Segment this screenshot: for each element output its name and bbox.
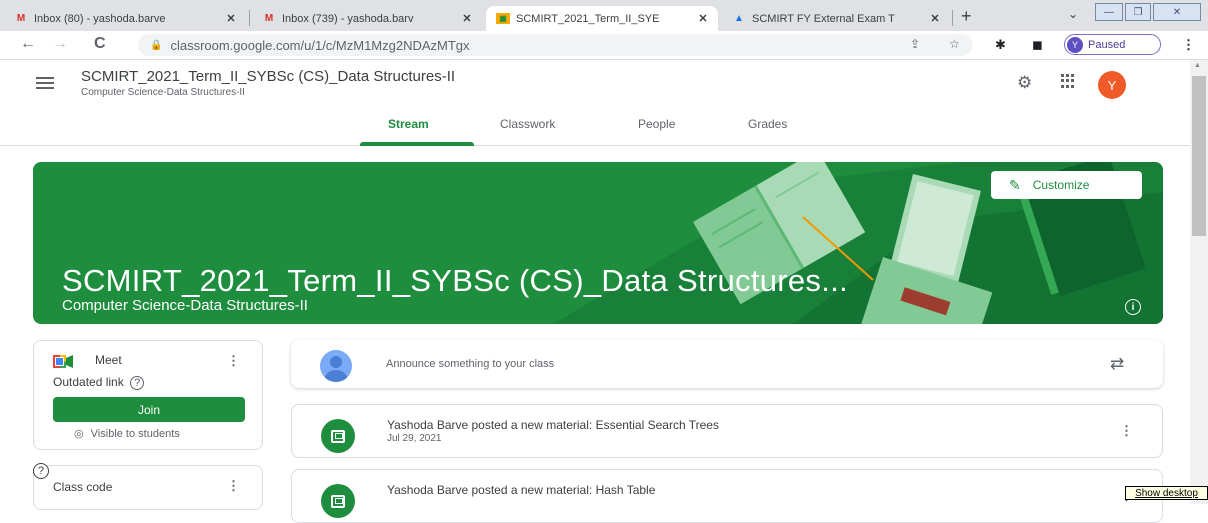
customize-button[interactable]: ✎ Customize xyxy=(991,171,1142,199)
more-options-icon[interactable]: ⋮ xyxy=(227,478,240,494)
outdated-link-label: Outdated link xyxy=(53,375,124,389)
help-question-icon[interactable]: ? xyxy=(33,463,49,479)
class-info-icon[interactable]: i xyxy=(1125,299,1141,315)
share-icon[interactable]: ⇪ xyxy=(910,37,920,51)
browser-tab-gmail-2[interactable]: M Inbox (739) - yashoda.barv ✕ xyxy=(252,6,482,31)
meet-title: Meet xyxy=(95,353,122,367)
browser-tab-strip: M Inbox (80) - yashoda.barve ✕ M Inbox (… xyxy=(0,0,1208,31)
tab-search-chevron-icon[interactable]: ⌄ xyxy=(1068,7,1078,21)
gmail-icon: M xyxy=(16,13,26,24)
class-subtitle: Computer Science-Data Structures-II xyxy=(81,87,245,98)
reuse-post-icon[interactable]: ⇄ xyxy=(1110,354,1124,374)
tab-stream[interactable]: Stream xyxy=(388,117,429,131)
visibility-label: Visible to students xyxy=(90,428,180,440)
eye-icon: ◎ xyxy=(74,428,84,440)
class-code-card: Class code ⋮ xyxy=(33,465,263,510)
tab-title: Inbox (80) - yashoda.barve xyxy=(34,12,166,25)
tab-title: SCMIRT FY External Exam T xyxy=(752,12,895,25)
forward-arrow-icon[interactable]: → xyxy=(52,35,68,53)
more-options-icon[interactable]: ⋮ xyxy=(1120,423,1133,439)
settings-gear-icon[interactable]: ⚙ xyxy=(1017,73,1032,93)
maximize-button[interactable]: ❐ xyxy=(1125,3,1151,21)
class-title[interactable]: SCMIRT_2021_Term_II_SYBSc (CS)_Data Stru… xyxy=(81,68,455,85)
classroom-icon: ▣ xyxy=(496,13,510,24)
tab-title: SCMIRT_2021_Term_II_SYE xyxy=(516,12,660,25)
url-text: classroom.google.com/u/1/c/MzM1Mzg2NDAzM… xyxy=(170,37,470,53)
lock-icon: 🔒 xyxy=(150,39,163,51)
close-tab-icon[interactable]: ✕ xyxy=(928,12,942,25)
banner-class-subtitle: Computer Science-Data Structures-II xyxy=(62,297,308,314)
customize-label: Customize xyxy=(1032,178,1090,192)
hamburger-menu-icon[interactable] xyxy=(36,77,54,92)
page-scrollbar[interactable]: ▲ xyxy=(1190,60,1208,504)
scrollbar-thumb[interactable] xyxy=(1192,76,1206,236)
extensions-puzzle-icon[interactable]: ✱ xyxy=(995,37,1006,53)
new-tab-icon[interactable]: + xyxy=(961,6,972,27)
tab-separator xyxy=(952,10,953,26)
close-tab-icon[interactable]: ✕ xyxy=(224,12,238,25)
announce-placeholder[interactable]: Announce something to your class xyxy=(386,358,554,370)
material-icon xyxy=(321,419,355,453)
post-title[interactable]: Yashoda Barve posted a new material: Ess… xyxy=(387,418,719,432)
classroom-header: SCMIRT_2021_Term_II_SYBSc (CS)_Data Stru… xyxy=(0,60,1190,146)
pencil-icon: ✎ xyxy=(1009,176,1021,193)
back-arrow-icon[interactable]: ← xyxy=(20,35,36,53)
profile-paused-button[interactable]: Y Paused xyxy=(1064,34,1161,55)
gmail-icon: M xyxy=(264,13,274,24)
browser-tab-gmail-1[interactable]: M Inbox (80) - yashoda.barve ✕ xyxy=(4,6,246,31)
tab-classwork[interactable]: Classwork xyxy=(500,117,555,131)
material-icon xyxy=(321,484,355,518)
active-tab-indicator xyxy=(360,142,474,146)
class-code-label: Class code xyxy=(53,480,113,494)
browser-menu-icon[interactable]: ⋮ xyxy=(1182,37,1195,53)
user-avatar-icon xyxy=(320,350,352,382)
meet-link-status: Outdated link ? xyxy=(53,375,145,390)
drive-icon: ▲ xyxy=(734,13,744,24)
more-options-icon[interactable]: ⋮ xyxy=(227,353,240,369)
post-date: Jul 29, 2021 xyxy=(387,433,442,444)
google-meet-icon xyxy=(53,355,73,368)
browser-tab-classroom[interactable]: ▣ SCMIRT_2021_Term_II_SYE ✕ xyxy=(486,6,718,31)
scroll-up-arrow-icon[interactable]: ▲ xyxy=(1194,62,1201,69)
browser-tab-drive[interactable]: ▲ SCMIRT FY External Exam T ✕ xyxy=(722,6,950,31)
bookmark-star-icon[interactable]: ☆ xyxy=(949,37,960,51)
close-window-button[interactable]: ✕ xyxy=(1153,3,1201,21)
profile-status-label: Paused xyxy=(1088,38,1126,51)
post-title[interactable]: Yashoda Barve posted a new material: Has… xyxy=(387,483,655,497)
account-avatar[interactable]: Y xyxy=(1098,71,1126,99)
stream-post[interactable]: Yashoda Barve posted a new material: Ess… xyxy=(291,404,1163,458)
minimize-button[interactable]: — xyxy=(1095,3,1123,21)
announce-box[interactable]: Announce something to your class ⇄ xyxy=(291,340,1163,388)
close-tab-icon[interactable]: ✕ xyxy=(696,12,710,25)
visibility-note: ◎ Visible to students xyxy=(74,427,180,440)
class-banner: SCMIRT_2021_Term_II_SYBSc (CS)_Data Stru… xyxy=(33,162,1163,324)
browser-toolbar: ← → C 🔒 classroom.google.com/u/1/c/MzM1M… xyxy=(0,31,1208,60)
google-apps-icon[interactable] xyxy=(1061,74,1075,88)
meet-card: Meet ⋮ Outdated link ? Join ◎ Visible to… xyxy=(33,340,263,450)
tab-people[interactable]: People xyxy=(638,117,675,131)
reload-icon[interactable]: C xyxy=(94,35,106,53)
join-meet-button[interactable]: Join xyxy=(53,397,245,422)
close-tab-icon[interactable]: ✕ xyxy=(460,12,474,25)
show-desktop-tooltip[interactable]: Show desktop xyxy=(1125,486,1208,500)
help-icon[interactable]: ? xyxy=(130,376,145,390)
tab-separator xyxy=(249,10,250,26)
address-bar[interactable]: 🔒 classroom.google.com/u/1/c/MzM1Mzg2NDA… xyxy=(138,34,973,56)
side-panel-icon[interactable]: ◼ xyxy=(1032,37,1043,53)
profile-avatar: Y xyxy=(1067,36,1083,53)
tab-grades[interactable]: Grades xyxy=(748,117,787,131)
tab-title: Inbox (739) - yashoda.barv xyxy=(282,12,414,25)
banner-class-title[interactable]: SCMIRT_2021_Term_II_SYBSc (CS)_Data Stru… xyxy=(62,263,848,299)
stream-post[interactable]: Yashoda Barve posted a new material: Has… xyxy=(291,469,1163,523)
